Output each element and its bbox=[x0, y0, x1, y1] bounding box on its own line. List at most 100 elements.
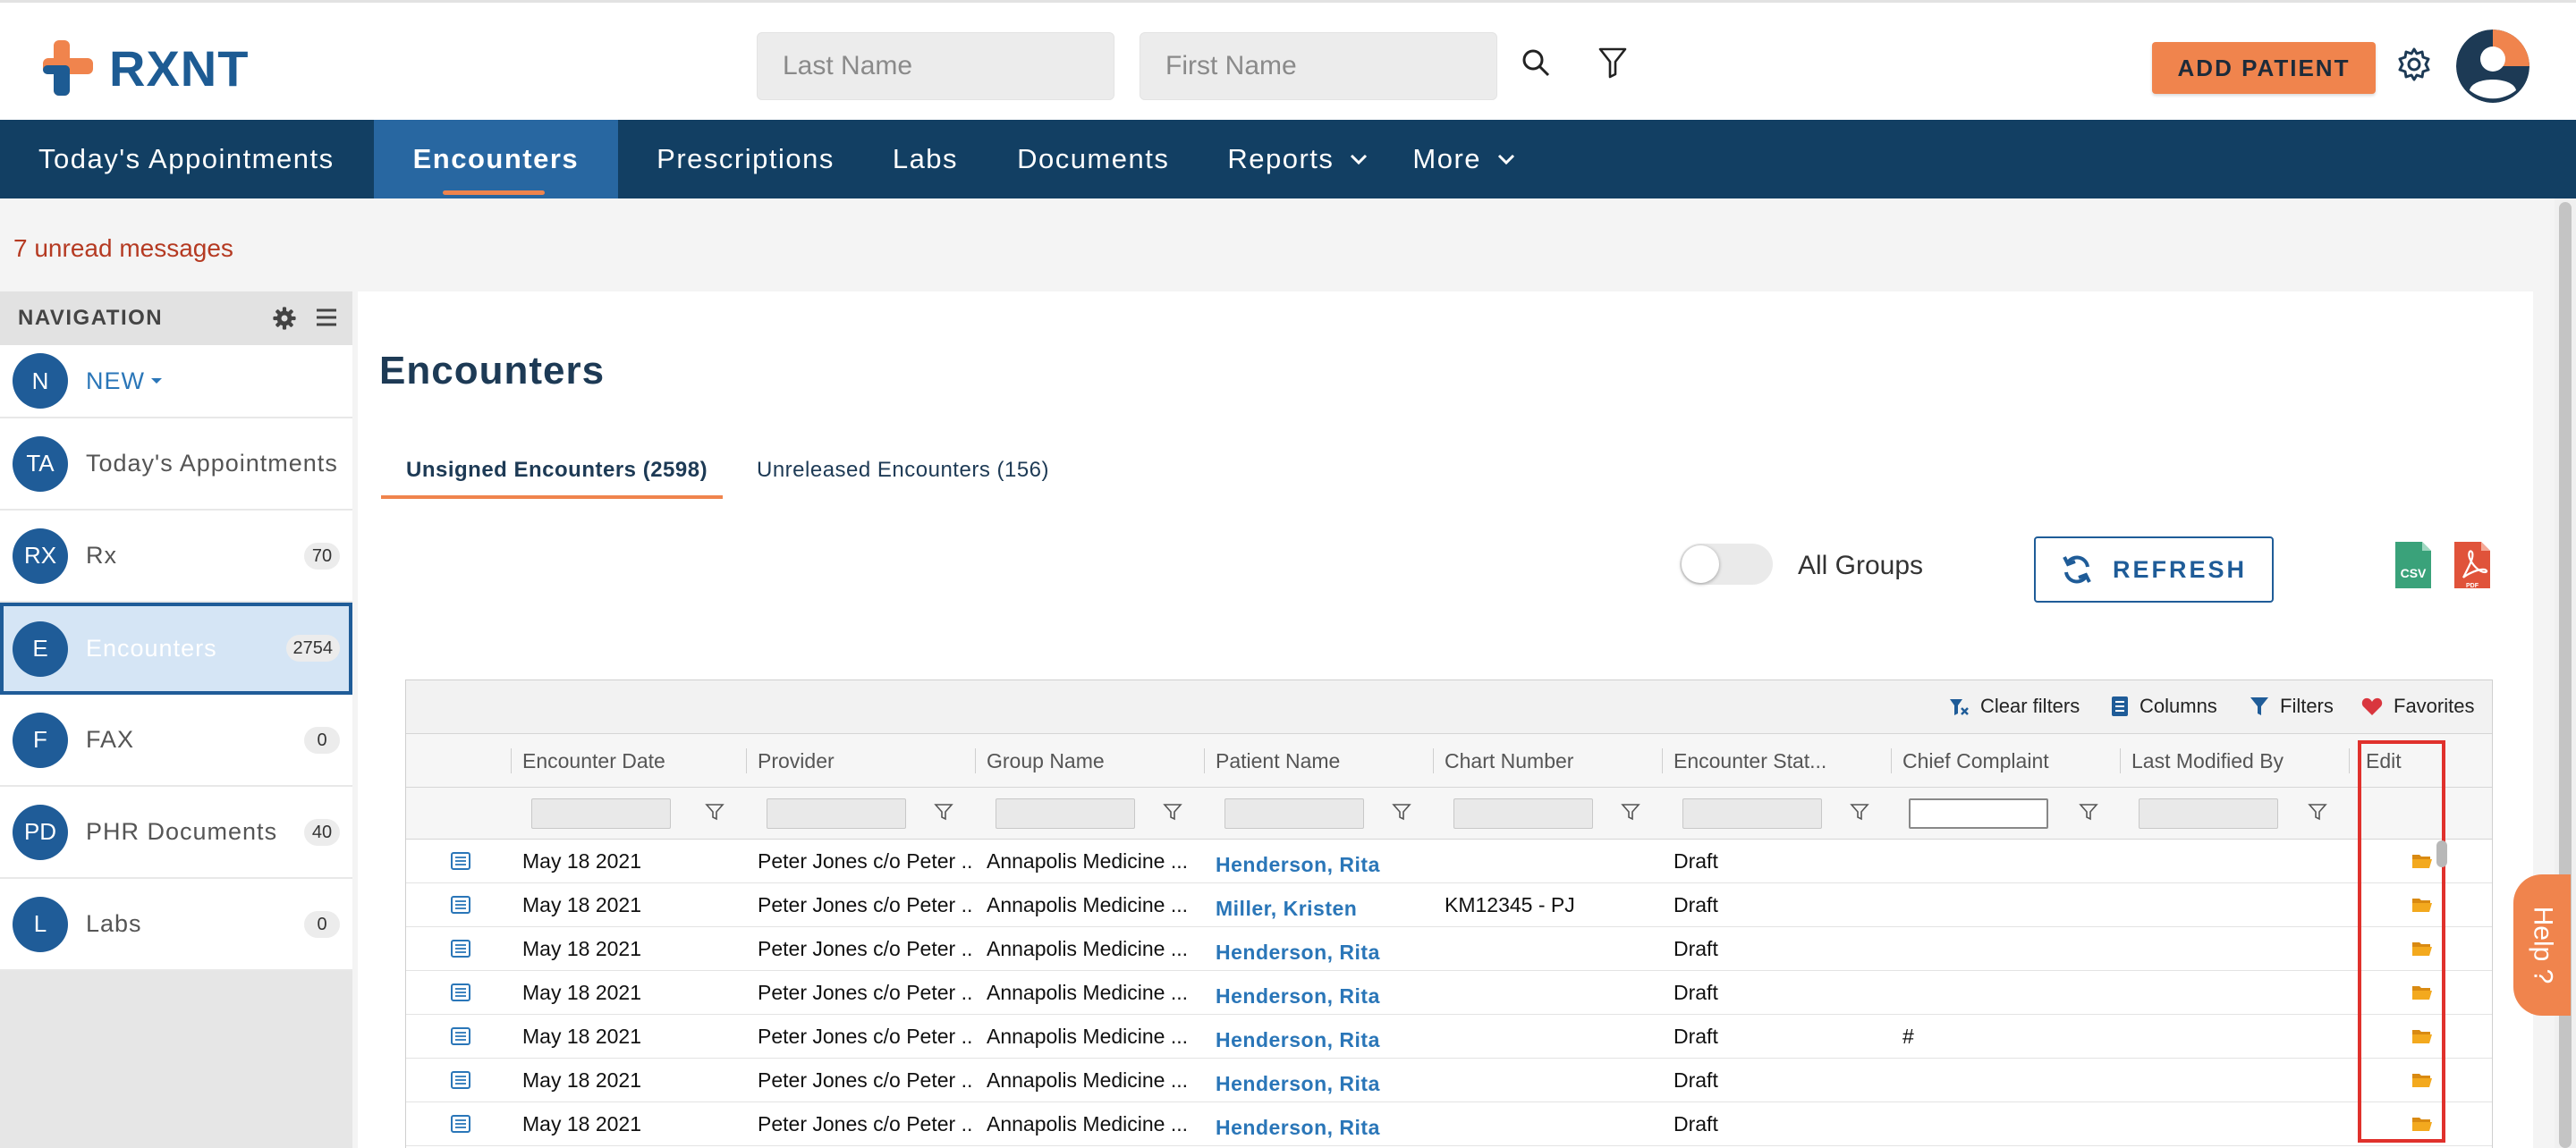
unread-messages-link[interactable]: 7 unread messages bbox=[13, 234, 233, 263]
filter-input-encounter-status[interactable] bbox=[1682, 798, 1822, 829]
patient-name-link[interactable]: Miller, Kristen bbox=[1216, 887, 1430, 931]
table-row[interactable]: May 18 2021 Peter Jones c/o Peter ... Anna… bbox=[406, 927, 2492, 971]
filters-button[interactable]: Filters bbox=[2250, 695, 2334, 718]
patient-name-link[interactable]: Henderson, Rita bbox=[1216, 975, 1430, 1018]
edit-folder-icon[interactable] bbox=[2411, 896, 2433, 918]
sidebar-item-labs[interactable]: L Labs 0 bbox=[0, 879, 352, 971]
filter-icon[interactable] bbox=[2308, 802, 2327, 826]
tab-unreleased-encounters[interactable]: Unreleased Encounters (156) bbox=[757, 458, 1049, 502]
table-row[interactable]: May 18 2021 Peter Jones c/o Peter ... Anna… bbox=[406, 971, 2492, 1015]
all-groups-toggle[interactable] bbox=[1680, 544, 1773, 585]
patient-name-link[interactable]: Henderson, Rita bbox=[1216, 1018, 1430, 1062]
patient-name-link[interactable]: Henderson, Rita bbox=[1216, 931, 1430, 975]
help-tab[interactable]: Help ? bbox=[2513, 874, 2571, 1016]
nav-prescriptions[interactable]: Prescriptions bbox=[618, 120, 874, 198]
edit-folder-icon[interactable] bbox=[2411, 1115, 2433, 1137]
clear-filters-button[interactable]: Clear filters bbox=[1948, 695, 2080, 718]
table-row[interactable]: May 18 2021 Peter Jones c/o Peter ... Anna… bbox=[406, 840, 2492, 883]
filter-icon[interactable] bbox=[1163, 802, 1182, 826]
filter-icon[interactable] bbox=[1392, 802, 1411, 826]
column-header-chart-number[interactable]: Chart Number bbox=[1445, 734, 1659, 788]
filter-input-chart-number[interactable] bbox=[1453, 798, 1593, 829]
gear-icon[interactable] bbox=[272, 306, 297, 337]
nav-reports[interactable]: Reports bbox=[1208, 120, 1407, 198]
column-header-provider[interactable]: Provider bbox=[758, 734, 972, 788]
table-row[interactable]: May 18 2021 Peter Jones c/o Peter ... Anna… bbox=[406, 883, 2492, 927]
column-header-last-modified-by[interactable]: Last Modified By bbox=[2131, 734, 2346, 788]
sidebar-item-new[interactable]: N NEW bbox=[0, 345, 352, 418]
gear-icon[interactable] bbox=[2392, 42, 2436, 87]
cell-provider: Peter Jones c/o Peter ... bbox=[758, 1112, 972, 1135]
sidebar-item-phr-documents[interactable]: PD PHR Documents 40 bbox=[0, 787, 352, 879]
edit-folder-icon[interactable] bbox=[2411, 1071, 2433, 1093]
refresh-button[interactable]: REFRESH bbox=[2034, 536, 2274, 603]
table-row[interactable]: May 18 2021 Peter Jones c/o Peter ... Anna… bbox=[406, 1102, 2492, 1146]
view-encounter-icon[interactable] bbox=[451, 940, 470, 962]
filter-icon[interactable] bbox=[1590, 40, 1635, 85]
view-encounter-icon[interactable] bbox=[451, 1071, 470, 1093]
nav-more[interactable]: More bbox=[1407, 120, 1555, 198]
filter-input-encounter-date[interactable] bbox=[531, 798, 671, 829]
cell-provider: Peter Jones c/o Peter ... bbox=[758, 1068, 972, 1092]
filter-input-provider[interactable] bbox=[767, 798, 906, 829]
new-dropdown[interactable]: NEW bbox=[86, 367, 163, 395]
favorites-button[interactable]: Favorites bbox=[2361, 695, 2474, 718]
search-icon[interactable] bbox=[1513, 40, 1558, 85]
patient-name-link[interactable]: Henderson, Rita bbox=[1216, 843, 1430, 887]
view-encounter-icon[interactable] bbox=[451, 1027, 470, 1050]
view-encounter-icon[interactable] bbox=[451, 852, 470, 874]
filter-icon[interactable] bbox=[1621, 802, 1640, 826]
table-row[interactable]: May 18 2021 Peter Jones c/o Peter ... Anna… bbox=[406, 1059, 2492, 1102]
table-row[interactable]: May 18 2021 Peter Jones c/o Peter ... Anna… bbox=[406, 1015, 2492, 1059]
hamburger-menu-icon[interactable] bbox=[315, 306, 338, 335]
sidebar-item-encounters[interactable]: E Encounters 2754 bbox=[0, 603, 352, 695]
nav-labs[interactable]: Labs bbox=[874, 120, 997, 198]
grid-scrollbar[interactable] bbox=[2436, 840, 2447, 867]
last-name-input[interactable] bbox=[757, 32, 1114, 100]
user-avatar[interactable] bbox=[2456, 30, 2529, 103]
column-header-encounter-status[interactable]: Encounter Stat... bbox=[1674, 734, 1879, 788]
column-header-encounter-date[interactable]: Encounter Date bbox=[522, 734, 737, 788]
filter-input-last-modified-by[interactable] bbox=[2139, 798, 2278, 829]
cell-group-name: Annapolis Medicine ... bbox=[987, 849, 1189, 873]
edit-folder-icon[interactable] bbox=[2411, 983, 2433, 1006]
grid-filter-row bbox=[406, 788, 2492, 840]
patient-name-link[interactable]: Henderson, Rita bbox=[1216, 1106, 1430, 1148]
filter-input-chief-complaint[interactable] bbox=[1909, 798, 2048, 829]
cell-chart-number: KM12345 - PJ bbox=[1445, 893, 1575, 916]
column-header-edit[interactable]: Edit bbox=[2366, 734, 2437, 788]
column-header-group-name[interactable]: Group Name bbox=[987, 734, 1201, 788]
sidebar-item-fax[interactable]: F FAX 0 bbox=[0, 695, 352, 787]
nav-encounters[interactable]: Encounters bbox=[373, 120, 619, 198]
nav-documents[interactable]: Documents bbox=[997, 120, 1208, 198]
add-patient-button[interactable]: ADD PATIENT bbox=[2152, 42, 2376, 94]
pdf-export-icon[interactable]: PDF bbox=[2453, 540, 2492, 590]
count-badge: 2754 bbox=[285, 635, 340, 662]
view-encounter-icon[interactable] bbox=[451, 896, 470, 918]
filter-input-group-name[interactable] bbox=[996, 798, 1135, 829]
nav-todays-appointments[interactable]: Today's Appointments bbox=[0, 120, 374, 198]
column-header-chief-complaint[interactable]: Chief Complaint bbox=[1902, 734, 2117, 788]
sidebar-item-todays-appointments[interactable]: TA Today's Appointments bbox=[0, 418, 352, 511]
edit-folder-icon[interactable] bbox=[2411, 1027, 2433, 1050]
first-name-input[interactable] bbox=[1140, 32, 1497, 100]
sidebar-item-rx[interactable]: RX Rx 70 bbox=[0, 511, 352, 603]
view-encounter-icon[interactable] bbox=[451, 1115, 470, 1137]
cell-group-name: Annapolis Medicine ... bbox=[987, 1068, 1189, 1092]
nav-label: Labs bbox=[892, 143, 959, 174]
csv-export-icon[interactable]: CSV bbox=[2394, 540, 2433, 590]
grid-toolbar: Clear filters Columns Filters Favorites bbox=[406, 680, 2492, 734]
rxnt-logo[interactable]: RXNT bbox=[41, 37, 249, 99]
view-encounter-icon[interactable] bbox=[451, 983, 470, 1006]
patient-name-link[interactable]: Henderson, Rita bbox=[1216, 1062, 1430, 1106]
filter-icon[interactable] bbox=[2079, 802, 2098, 826]
filter-icon[interactable] bbox=[1850, 802, 1869, 826]
edit-folder-icon[interactable] bbox=[2411, 940, 2433, 962]
filter-icon[interactable] bbox=[705, 802, 724, 826]
filter-icon[interactable] bbox=[934, 802, 953, 826]
columns-button[interactable]: Columns bbox=[2111, 695, 2217, 718]
nav-label: Documents bbox=[1017, 143, 1170, 174]
column-header-patient-name[interactable]: Patient Name bbox=[1216, 734, 1430, 788]
filter-input-patient-name[interactable] bbox=[1224, 798, 1364, 829]
edit-folder-icon[interactable] bbox=[2411, 852, 2433, 874]
